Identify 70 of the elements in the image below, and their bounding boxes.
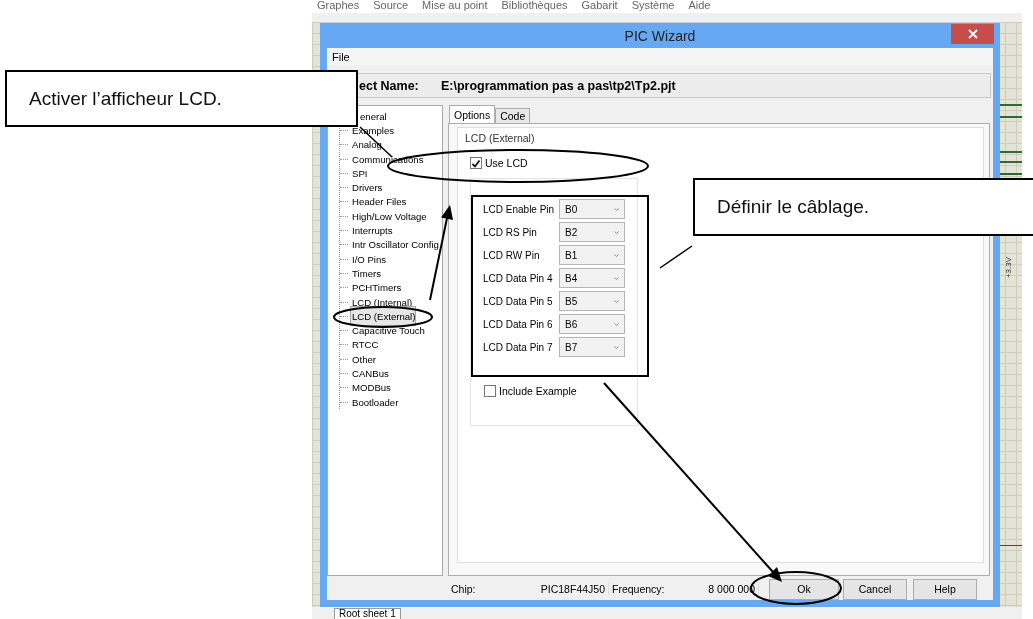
tree-item[interactable]: CANBus	[350, 367, 391, 380]
checkmark-icon	[471, 158, 481, 168]
tree-item[interactable]: Capacitive Touch	[350, 324, 427, 338]
menu-item[interactable]: Source	[373, 0, 409, 11]
pin-dropdown[interactable]: B7	[559, 337, 625, 357]
menu-item[interactable]: File	[332, 50, 350, 63]
tree-item[interactable]: RTCC	[350, 338, 381, 352]
menu-item[interactable]: Gabarit	[581, 0, 618, 11]
chevron-down-icon	[613, 275, 619, 281]
chevron-down-icon	[613, 344, 619, 350]
pin-dropdown[interactable]: B6	[559, 314, 625, 334]
pin-dropdown[interactable]: B0	[559, 199, 625, 219]
group-label: LCD (External)	[465, 132, 535, 144]
field-label: Chip:	[451, 583, 476, 595]
tree-item[interactable]: Intr Oscillator Config	[350, 238, 441, 252]
tab[interactable]: Code	[495, 108, 531, 123]
field-label: LCD Enable Pin	[483, 203, 556, 215]
field-label: LCD RS Pin	[483, 226, 538, 238]
leader-line	[659, 245, 693, 269]
dialog-button[interactable]: Help	[913, 578, 977, 600]
field-label: LCD Data Pin 4	[483, 272, 554, 284]
pin-dropdown[interactable]: B2	[559, 222, 625, 242]
field-label: LCD Data Pin 6	[483, 318, 554, 330]
tree-item[interactable]: High/Low Voltage	[350, 209, 429, 223]
tree-item[interactable]: PCHTimers	[350, 281, 404, 295]
menu-item[interactable]: Aide	[688, 0, 711, 11]
menu-item[interactable]: Graphes	[317, 0, 360, 11]
tree-item[interactable]: MODBus	[350, 381, 393, 395]
tree-item[interactable]: LCD (Internal)	[350, 295, 415, 309]
chevron-down-icon	[613, 252, 619, 258]
tree-item[interactable]: Header Files	[350, 195, 409, 209]
net-label: +3.3V	[1004, 256, 1014, 279]
field-label: ect Name:	[359, 78, 420, 93]
field-label: LCD RW Pin	[483, 249, 541, 261]
window-title: PIC Wizard	[624, 27, 696, 44]
chip-value: PIC18F44J50	[540, 583, 605, 595]
close-button[interactable]	[951, 24, 994, 44]
chevron-down-icon	[613, 229, 619, 235]
tree-item[interactable]: eneral	[358, 109, 389, 123]
dialog-button[interactable]: Cancel	[843, 578, 907, 600]
menu-item[interactable]: Système	[631, 0, 675, 11]
chevron-down-icon	[613, 298, 619, 304]
pin-dropdown[interactable]: B1	[559, 245, 625, 265]
pin-dropdown[interactable]: B4	[559, 268, 625, 288]
callout: Définir le câblage.	[693, 178, 1033, 236]
pin-dropdown[interactable]: B5	[559, 291, 625, 311]
tree-item[interactable]: Interrupts	[350, 224, 395, 237]
checkbox[interactable]	[470, 157, 482, 169]
tree-item[interactable]: Timers	[350, 266, 383, 280]
chevron-down-icon	[613, 206, 619, 212]
tree-item[interactable]: SPI	[350, 166, 370, 180]
project-path: E:\programmation pas a pas\tp2\Tp2.pjt	[441, 78, 676, 93]
menu-item[interactable]: Bibliothèques	[501, 0, 568, 11]
tree-item[interactable]: Other	[350, 352, 378, 366]
tree-item[interactable]: Drivers	[350, 181, 385, 195]
field-label: Frequency:	[612, 583, 665, 595]
tab[interactable]: Options	[449, 105, 496, 123]
menu-item[interactable]: Mise au point	[422, 0, 488, 11]
close-icon	[967, 29, 978, 39]
dialog-button[interactable]: Ok	[769, 578, 839, 600]
tree-item[interactable]: I/O Pins	[350, 252, 389, 266]
chevron-down-icon	[613, 321, 619, 327]
checkbox-label: Include Example	[499, 385, 577, 397]
tree-item[interactable]: Bootloader	[350, 395, 401, 409]
callout: Activer l’afficheur LCD.	[5, 70, 358, 127]
checkbox[interactable]	[484, 385, 496, 397]
checkbox-label: Use LCD	[485, 157, 528, 169]
field-label: LCD Data Pin 5	[483, 295, 554, 307]
sheet-tab[interactable]: Root sheet 1	[334, 608, 401, 619]
field-label: LCD Data Pin 7	[483, 341, 554, 353]
